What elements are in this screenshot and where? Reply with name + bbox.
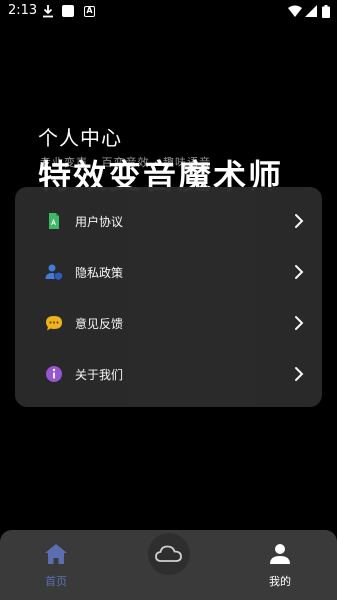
notification-square-icon bbox=[62, 5, 74, 17]
center-cloud-button[interactable] bbox=[148, 533, 190, 575]
menu-item-privacy-policy[interactable]: 隐私政策 bbox=[15, 248, 322, 298]
cloud-icon bbox=[155, 545, 182, 562]
page-title: 个人中心 bbox=[38, 126, 122, 150]
nav-mine-label: 我的 bbox=[269, 575, 291, 588]
menu-item-feedback[interactable]: 意见反馈 bbox=[15, 299, 322, 349]
document-icon bbox=[49, 213, 59, 229]
chevron-right-icon bbox=[295, 265, 304, 279]
menu-item-label: 用户协议 bbox=[75, 215, 124, 229]
menu-item-user-agreement[interactable]: 用户协议 bbox=[15, 197, 322, 247]
notification-a-icon: A bbox=[84, 6, 95, 17]
chat-bubble-icon bbox=[46, 316, 62, 331]
download-icon bbox=[43, 5, 53, 18]
settings-menu-card: 用户协议 隐私政策 意见反馈 关于我们 bbox=[15, 187, 322, 407]
wifi-icon bbox=[288, 5, 302, 17]
info-icon bbox=[46, 366, 62, 382]
chevron-right-icon bbox=[295, 316, 304, 330]
home-icon bbox=[45, 544, 67, 564]
status-bar: 2:13 A bbox=[0, 0, 337, 24]
signal-icon bbox=[305, 5, 317, 17]
menu-item-label: 隐私政策 bbox=[75, 266, 124, 280]
nav-home-label: 首页 bbox=[45, 575, 67, 588]
person-icon bbox=[270, 544, 290, 564]
chevron-right-icon bbox=[295, 214, 304, 228]
status-time: 2:13 bbox=[8, 3, 38, 18]
nav-tab-mine[interactable]: 我的 bbox=[250, 540, 310, 590]
user-shield-icon bbox=[45, 264, 63, 281]
chevron-right-icon bbox=[295, 367, 304, 381]
menu-item-label: 关于我们 bbox=[75, 368, 124, 382]
battery-icon bbox=[322, 5, 330, 18]
menu-item-label: 意见反馈 bbox=[75, 317, 124, 331]
menu-item-about-us[interactable]: 关于我们 bbox=[15, 350, 322, 400]
nav-tab-home[interactable]: 首页 bbox=[26, 540, 86, 590]
